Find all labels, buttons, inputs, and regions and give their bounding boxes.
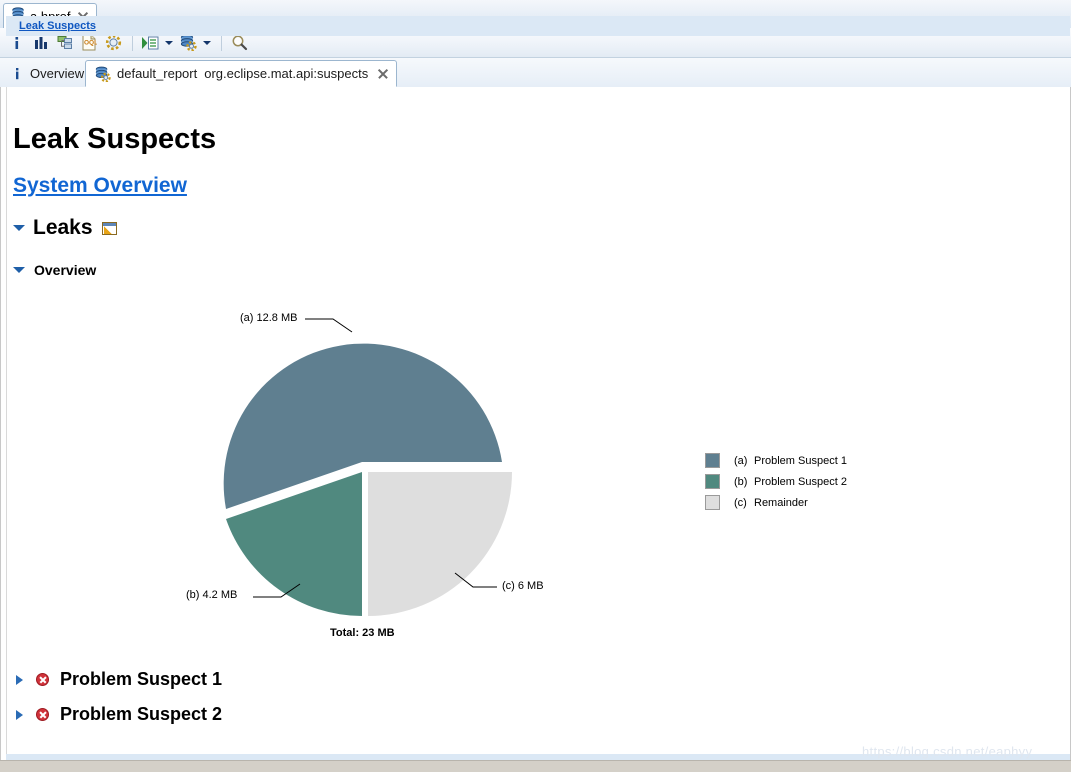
leader-line-a [305,318,353,333]
pie-label-b: (b) 4.2 MB [186,589,238,601]
legend-item-c[interactable]: (c) Remainder [705,492,847,513]
suspect-label-1: Problem Suspect 1 [60,669,223,689]
legend-name-b: Problem Suspect 2 [754,475,847,488]
legend-swatch-icon [705,495,720,510]
legend-label-b: (b) Problem Suspect 2 [734,476,847,488]
pie-label-c: (c) 6 MB [502,580,544,592]
legend-key-c: (c) [734,496,747,509]
error-icon [36,708,49,721]
legend-item-b[interactable]: (b) Problem Suspect 2 [705,471,847,492]
suspect-row-1[interactable]: Problem Suspect 1 [16,669,222,690]
legend-key-a: (a) [734,454,748,467]
suspect-row-2[interactable]: Problem Suspect 2 [16,704,222,725]
legend-item-a[interactable]: (a) Problem Suspect 1 [705,450,847,471]
chart-legend: (a) Problem Suspect 1 (b) Problem Suspect … [705,450,847,513]
legend-swatch-icon [705,453,720,468]
legend-label-a: (a) Problem Suspect 1 [734,455,847,467]
error-icon [36,673,49,686]
pie-total-label: Total: 23 MB [330,627,395,639]
pie-label-a: (a) 12.8 MB [240,312,298,324]
legend-name-c: Remainder [754,496,808,509]
legend-key-b: (b) [734,475,748,488]
legend-swatch-icon [705,474,720,489]
eclipse-mat-window: a.hprof [0,0,1071,772]
chevron-right-icon[interactable] [16,709,23,720]
pie-slice-remainder[interactable] [368,472,512,616]
status-bar [0,760,1071,772]
suspect-label-2: Problem Suspect 2 [60,704,223,724]
chevron-right-icon[interactable] [16,674,23,685]
legend-label-c: (c) Remainder [734,497,808,509]
legend-name-a: Problem Suspect 1 [754,454,847,467]
leak-suspects-pie-chart [223,318,512,616]
